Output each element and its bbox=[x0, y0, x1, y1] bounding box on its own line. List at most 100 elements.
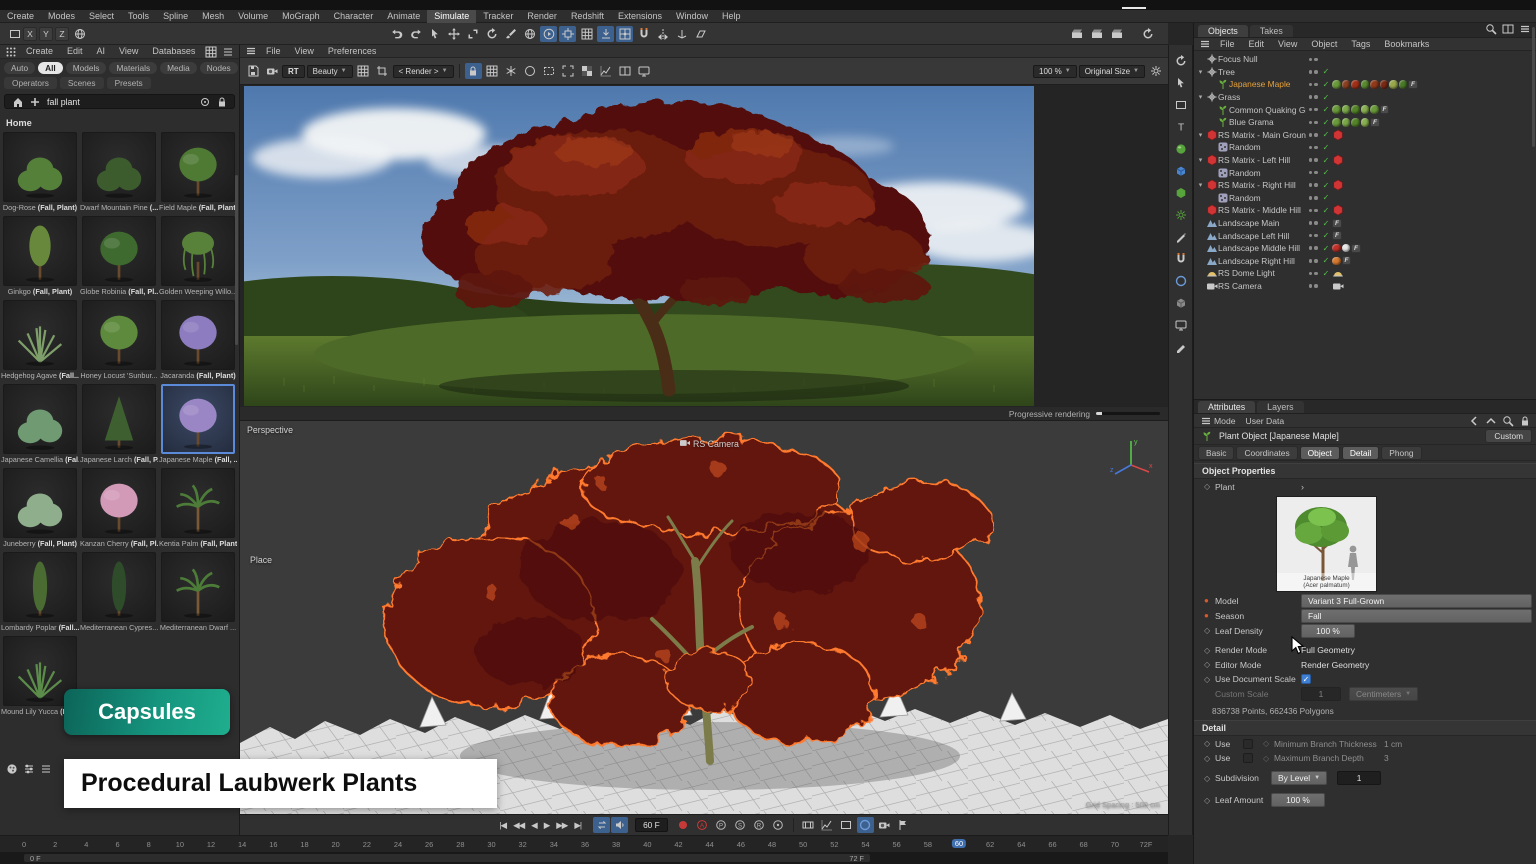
enabled-check[interactable]: ✓ bbox=[1320, 168, 1332, 177]
asset-tile-japanese-maple[interactable]: Japanese Maple (Fall, ... bbox=[159, 384, 237, 465]
object-name[interactable]: RS Matrix - Left Hill bbox=[1218, 155, 1290, 165]
axis-tool-icon[interactable] bbox=[673, 26, 690, 42]
simulation-toggle-icon[interactable] bbox=[540, 26, 557, 42]
frame-tick-40[interactable]: 40 bbox=[643, 840, 651, 849]
enabled-check[interactable]: ✓ bbox=[1320, 219, 1332, 228]
selection-box-icon[interactable] bbox=[6, 26, 23, 42]
generator-icon[interactable] bbox=[1172, 207, 1189, 223]
object-row-rs-dome-light[interactable]: RS Dome Light✓ bbox=[1194, 267, 1536, 280]
object-row-landscape-left-hill[interactable]: Landscape Left Hill✓F bbox=[1194, 229, 1536, 242]
visibility-dots[interactable] bbox=[1306, 83, 1320, 87]
visibility-dots[interactable] bbox=[1306, 209, 1320, 213]
object-menu-file[interactable]: File bbox=[1213, 38, 1242, 51]
frame-tick-36[interactable]: 36 bbox=[581, 840, 589, 849]
asset-tile-field-maple[interactable]: Field Maple (Fall, Plant) bbox=[159, 132, 237, 213]
axis-lock-x[interactable]: X bbox=[23, 27, 37, 41]
use-document-scale-checkbox[interactable]: ✓ bbox=[1301, 674, 1311, 684]
fcurve-button[interactable] bbox=[819, 817, 836, 833]
asset-tile-hedgehog-agave[interactable]: Hedgehog Agave (Fall... bbox=[1, 300, 79, 381]
frame-tick-64[interactable]: 64 bbox=[1017, 840, 1025, 849]
size-dropdown[interactable]: Original Size▼ bbox=[1079, 65, 1145, 78]
frame-tick-10[interactable]: 10 bbox=[176, 840, 184, 849]
material-swatch[interactable] bbox=[1332, 118, 1341, 127]
visibility-dots[interactable] bbox=[1306, 183, 1320, 187]
render-view-button[interactable] bbox=[1068, 26, 1085, 42]
redo-icon[interactable] bbox=[407, 26, 424, 42]
frame-tick-52[interactable]: 52 bbox=[830, 840, 838, 849]
menu-select[interactable]: Select bbox=[82, 10, 121, 23]
move-icon[interactable] bbox=[445, 26, 462, 42]
material-swatch[interactable] bbox=[1332, 244, 1341, 253]
scrollbar[interactable] bbox=[235, 175, 238, 345]
enabled-check[interactable]: ✓ bbox=[1320, 231, 1332, 240]
mode-menu[interactable]: Mode bbox=[1214, 416, 1236, 426]
gpu-toggle-icon[interactable] bbox=[559, 26, 576, 42]
object-menu-edit[interactable]: Edit bbox=[1242, 38, 1272, 51]
frame-tick-4[interactable]: 4 bbox=[84, 840, 88, 849]
compare-icon[interactable] bbox=[617, 63, 634, 79]
expand-caret-icon[interactable]: ▾ bbox=[1196, 156, 1205, 164]
palette-icon[interactable] bbox=[3, 761, 20, 777]
unit-dropdown[interactable]: Centimeters▼ bbox=[1349, 687, 1418, 701]
asset-tile-dog-rose[interactable]: Dog-Rose (Fall, Plant) bbox=[1, 132, 79, 213]
tab-attributes[interactable]: Attributes bbox=[1198, 401, 1255, 413]
perspective-viewport[interactable]: Perspective RS Camera Place Grid Spacing… bbox=[240, 421, 1168, 814]
object-name[interactable]: Landscape Middle Hill bbox=[1218, 243, 1300, 253]
object-row-rs-matrix-right-hill[interactable]: ▾RS Matrix - Right Hill✓ bbox=[1194, 179, 1536, 192]
object-name[interactable]: RS Matrix - Right Hill bbox=[1218, 180, 1296, 190]
object-row-random[interactable]: Random✓ bbox=[1194, 166, 1536, 179]
camera-label[interactable]: RS Camera bbox=[680, 439, 739, 449]
object-name[interactable]: Landscape Right Hill bbox=[1218, 256, 1295, 266]
object-row-blue-grama[interactable]: Blue Grama✓F bbox=[1194, 116, 1536, 129]
next-frame-button[interactable]: ▶▶ bbox=[553, 819, 570, 832]
renderview-menu-file[interactable]: File bbox=[259, 45, 288, 58]
workplane-icon[interactable] bbox=[692, 26, 709, 42]
zoom-dropdown[interactable]: 100 %▼ bbox=[1033, 65, 1077, 78]
frame-tick-68[interactable]: 68 bbox=[1080, 840, 1088, 849]
enabled-check[interactable]: ✓ bbox=[1320, 93, 1332, 102]
visibility-dots[interactable] bbox=[1306, 272, 1320, 276]
enabled-check[interactable]: ✓ bbox=[1320, 181, 1332, 190]
enabled-check[interactable]: ✓ bbox=[1320, 256, 1332, 265]
asset-thumbnail[interactable] bbox=[3, 300, 77, 370]
filter-nodes[interactable]: Nodes bbox=[200, 62, 238, 74]
asset-menu-edit[interactable]: Edit bbox=[60, 45, 90, 58]
material-swatch[interactable] bbox=[1389, 80, 1398, 89]
key-parameter-button[interactable] bbox=[770, 817, 787, 833]
menu-simulate[interactable]: Simulate bbox=[427, 10, 476, 23]
filter-media[interactable]: Media bbox=[160, 62, 197, 74]
object-name[interactable]: Grass bbox=[1218, 92, 1240, 102]
object-name[interactable]: Japanese Maple bbox=[1229, 79, 1290, 89]
platonic-primitive-icon[interactable] bbox=[1172, 185, 1189, 201]
go-to-start-button[interactable]: |◀ bbox=[496, 819, 509, 832]
visibility-dots[interactable] bbox=[1306, 284, 1320, 288]
menu-tracker[interactable]: Tracker bbox=[476, 10, 520, 23]
object-menu-view[interactable]: View bbox=[1271, 38, 1304, 51]
world-icon[interactable] bbox=[71, 26, 88, 42]
cube-primitive-icon[interactable] bbox=[1172, 163, 1189, 179]
panel-menu-icon[interactable] bbox=[242, 43, 259, 59]
asset-tile-lombardy-poplar[interactable]: Lombardy Poplar (Fall... bbox=[1, 552, 79, 633]
frame-tick-56[interactable]: 56 bbox=[893, 840, 901, 849]
asset-thumbnail[interactable] bbox=[161, 468, 235, 538]
object-name[interactable]: Random bbox=[1229, 142, 1261, 152]
current-frame-field[interactable]: 60 F bbox=[635, 818, 668, 832]
render-picture-viewer-button[interactable] bbox=[1088, 26, 1105, 42]
menu-spline[interactable]: Spline bbox=[156, 10, 195, 23]
field-tag[interactable]: F bbox=[1342, 256, 1352, 265]
asset-thumbnail[interactable] bbox=[82, 468, 156, 538]
object-name[interactable]: RS Dome Light bbox=[1218, 268, 1275, 278]
key-position-button[interactable]: P bbox=[713, 817, 730, 833]
object-name[interactable]: RS Camera bbox=[1218, 281, 1262, 291]
leaf-amount-field[interactable]: 100 % bbox=[1271, 793, 1325, 807]
asset-thumbnail[interactable] bbox=[82, 300, 156, 370]
region-icon[interactable] bbox=[541, 63, 558, 79]
sync-icon[interactable] bbox=[1139, 26, 1156, 42]
scale-icon[interactable] bbox=[464, 26, 481, 42]
material-swatch[interactable] bbox=[1361, 80, 1370, 89]
category-presets[interactable]: Presets bbox=[107, 77, 151, 89]
select-tool-icon[interactable] bbox=[1172, 75, 1189, 91]
subdivision-mode-dropdown[interactable]: By Level▼ bbox=[1271, 771, 1327, 785]
visibility-dots[interactable] bbox=[1306, 259, 1320, 263]
attr-tab-phong[interactable]: Phong bbox=[1381, 446, 1421, 460]
